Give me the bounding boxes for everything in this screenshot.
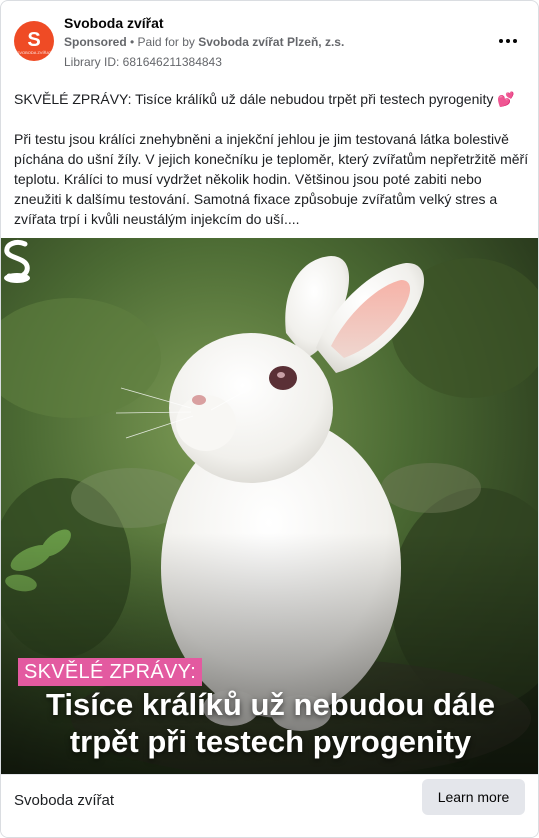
avatar-letter: S xyxy=(27,28,41,51)
overlay-title-line2: trpět při testech pyrogenity xyxy=(69,724,472,759)
sponsored-meta: Sponsored • Paid for by Svoboda zvířat P… xyxy=(64,35,344,49)
footer-page-name: Svoboda zvířat xyxy=(14,792,115,809)
ad-image[interactable]: SKVĚLÉ ZPRÁVY: Tisíce králíků už nebudou… xyxy=(1,238,538,774)
page-avatar[interactable]: S SVOBODA ZVÍŘAT xyxy=(14,21,54,61)
headline-text: SKVĚLÉ ZPRÁVY: Tisíce králíků už dále ne… xyxy=(14,91,494,107)
ad-card: S SVOBODA ZVÍŘAT Svoboda zvířat Sponsore… xyxy=(0,0,539,838)
more-horizontal-icon-dot xyxy=(513,39,517,43)
meta-separator: • xyxy=(126,35,138,49)
two-hearts-emoji: 💕 xyxy=(497,91,515,107)
overlay-title: Tisíce králíků už nebudou dále trpět při… xyxy=(1,686,538,760)
svoboda-logo-icon xyxy=(4,239,30,283)
more-horizontal-icon xyxy=(499,39,503,43)
more-horizontal-icon-dot xyxy=(506,39,510,43)
avatar-caption: SVOBODA ZVÍŘAT xyxy=(16,49,52,55)
page-name-link[interactable]: Svoboda zvířat xyxy=(64,15,164,31)
sponsored-label[interactable]: Sponsored xyxy=(64,35,127,49)
library-id: Library ID: 681646211384843 xyxy=(64,55,222,69)
paid-prefix: Paid for by xyxy=(137,35,199,49)
post-paragraph: Při testu jsou králíci znehybněni a inje… xyxy=(14,131,529,227)
paid-by-link[interactable]: Svoboda zvířat Plzeň, z.s. xyxy=(198,35,344,49)
learn-more-button[interactable]: Learn more xyxy=(422,779,525,815)
ad-footer: Svoboda zvířat Learn more xyxy=(1,774,538,837)
overlay-tag: SKVĚLÉ ZPRÁVY: xyxy=(18,658,203,686)
post-header: S SVOBODA ZVÍŘAT Svoboda zvířat Sponsore… xyxy=(1,1,538,81)
post-body: SKVĚLÉ ZPRÁVY: Tisíce králíků už dále ne… xyxy=(14,89,529,229)
overlay-title-line1: Tisíce králíků už nebudou dále xyxy=(45,687,496,722)
post-headline: SKVĚLÉ ZPRÁVY: Tisíce králíků už dále ne… xyxy=(14,89,529,109)
more-options-button[interactable] xyxy=(496,31,520,51)
